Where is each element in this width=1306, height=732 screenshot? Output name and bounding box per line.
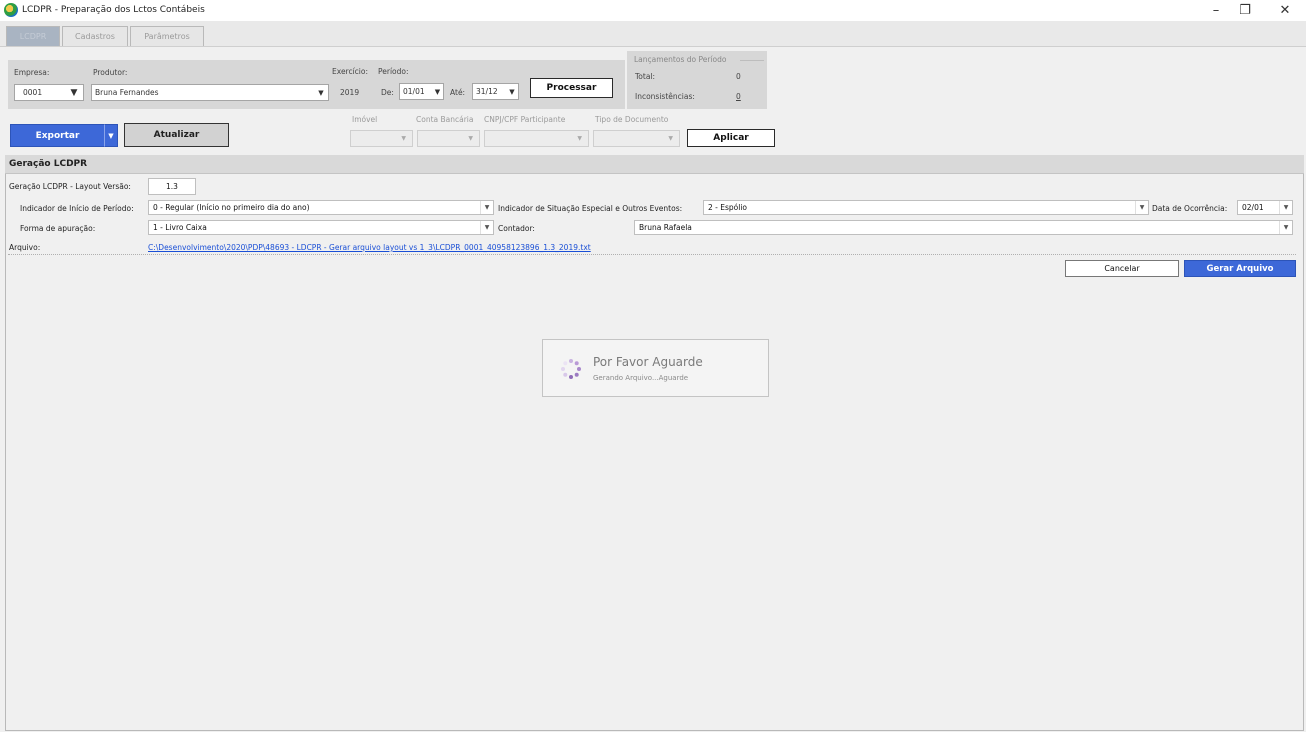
chevron-down-icon[interactable]: ▼ <box>314 85 328 100</box>
tab-parametros[interactable]: Parâmetros <box>130 26 204 46</box>
produtor-value: Bruna Fernandes <box>95 88 159 97</box>
arquivo-path-link[interactable]: C:\Desenvolvimento\2020\PDP\48693 - LDCP… <box>148 243 591 252</box>
chevron-down-icon[interactable]: ▼ <box>65 85 83 100</box>
contador-select[interactable]: Bruna Rafaela ▼ <box>634 220 1293 235</box>
forma-apuracao-label: Forma de apuração: <box>20 224 96 233</box>
atualizar-button[interactable]: Atualizar <box>124 123 229 147</box>
data-ocorrencia-value: 02/01 <box>1242 203 1264 212</box>
ate-date-field[interactable]: 31/12 ▼ <box>472 83 519 100</box>
periodo-label: Período: <box>378 67 409 76</box>
ate-date-value: 31/12 <box>476 87 498 96</box>
empresa-select[interactable]: 0001 ▼ <box>14 84 84 101</box>
gerar-arquivo-button[interactable]: Gerar Arquivo <box>1184 260 1296 277</box>
divider <box>8 254 1296 255</box>
data-ocorrencia-field[interactable]: 02/01 ▼ <box>1237 200 1293 215</box>
forma-apuracao-select[interactable]: 1 - Livro Caixa ▼ <box>148 220 494 235</box>
empresa-label: Empresa: <box>14 68 50 77</box>
empresa-value: 0001 <box>23 88 43 97</box>
groupbox-divider <box>740 60 764 61</box>
processar-button[interactable]: Processar <box>530 78 613 98</box>
inconsistencias-label: Inconsistências: <box>635 92 695 101</box>
versao-label: Geração LCDPR - Layout Versão: <box>9 182 131 191</box>
contador-label: Contador: <box>498 224 535 233</box>
contador-value: Bruna Rafaela <box>639 223 692 232</box>
de-date-field[interactable]: 01/01 ▼ <box>399 83 444 100</box>
exportar-button[interactable]: Exportar <box>10 124 105 147</box>
close-button[interactable]: ✕ <box>1262 0 1306 21</box>
versao-field[interactable]: 1.3 <box>148 178 196 195</box>
chevron-down-icon[interactable]: ▼ <box>1279 201 1292 214</box>
chevron-down-icon[interactable]: ▼ <box>1279 221 1292 234</box>
cnpj-select[interactable]: ▼ <box>484 130 589 147</box>
de-label: De: <box>381 88 394 97</box>
chevron-down-icon[interactable]: ▼ <box>506 84 518 99</box>
wait-title: Por Favor Aguarde <box>593 355 703 369</box>
exercicio-value: 2019 <box>340 88 360 97</box>
chevron-down-icon: ▼ <box>108 131 114 140</box>
inconsistencias-link[interactable]: 0 <box>736 92 741 101</box>
tipo-documento-select[interactable]: ▼ <box>593 130 680 147</box>
conta-bancaria-label: Conta Bancária <box>416 115 474 124</box>
forma-apuracao-value: 1 - Livro Caixa <box>153 223 207 232</box>
indicador-situacao-select[interactable]: 2 - Espólio ▼ <box>703 200 1149 215</box>
aplicar-button[interactable]: Aplicar <box>687 129 775 147</box>
tab-cadastros[interactable]: Cadastros <box>62 26 128 46</box>
data-ocorrencia-label: Data de Ocorrência: <box>1152 204 1228 213</box>
tipo-documento-label: Tipo de Documento <box>595 115 669 124</box>
produtor-label: Produtor: <box>93 68 128 77</box>
ate-label: Até: <box>450 88 466 97</box>
indicador-situacao-value: 2 - Espólio <box>708 203 747 212</box>
window-title: LCDPR - Preparação dos Lctos Contábeis <box>22 5 205 15</box>
cnpj-label: CNPJ/CPF Participante <box>484 115 566 124</box>
cancelar-button[interactable]: Cancelar <box>1065 260 1179 277</box>
imovel-select[interactable]: ▼ <box>350 130 413 147</box>
indicador-inicio-value: 0 - Regular (Início no primeiro dia do a… <box>153 203 310 212</box>
geracao-panel <box>5 155 1304 731</box>
indicador-situacao-label: Indicador de Situação Especial e Outros … <box>498 204 683 213</box>
exportar-dropdown-button[interactable]: ▼ <box>104 124 118 147</box>
chevron-down-icon[interactable]: ▼ <box>432 84 443 99</box>
chevron-down-icon[interactable]: ▼ <box>1135 201 1148 214</box>
loading-spinner-icon <box>561 359 581 379</box>
app-logo-icon <box>4 3 18 17</box>
produtor-select[interactable]: Bruna Fernandes ▼ <box>91 84 329 101</box>
chevron-down-icon[interactable]: ▼ <box>480 221 493 234</box>
total-value: 0 <box>736 72 741 81</box>
tab-lcdpr[interactable]: LCDPR <box>6 26 60 46</box>
chevron-down-icon[interactable]: ▼ <box>480 201 493 214</box>
conta-bancaria-select[interactable]: ▼ <box>417 130 480 147</box>
indicador-inicio-select[interactable]: 0 - Regular (Início no primeiro dia do a… <box>148 200 494 215</box>
lancamentos-legend: Lançamentos do Período <box>634 55 727 64</box>
arquivo-label: Arquivo: <box>9 243 41 252</box>
indicador-inicio-label: Indicador de Início de Período: <box>20 204 134 213</box>
wait-subtitle: Gerando Arquivo...Aguarde <box>593 374 689 382</box>
exercicio-label: Exercício: <box>332 67 369 76</box>
section-title: Geração LCDPR <box>5 155 1304 174</box>
total-label: Total: <box>635 72 656 81</box>
imovel-label: Imóvel <box>352 115 378 124</box>
de-date-value: 01/01 <box>403 87 425 96</box>
